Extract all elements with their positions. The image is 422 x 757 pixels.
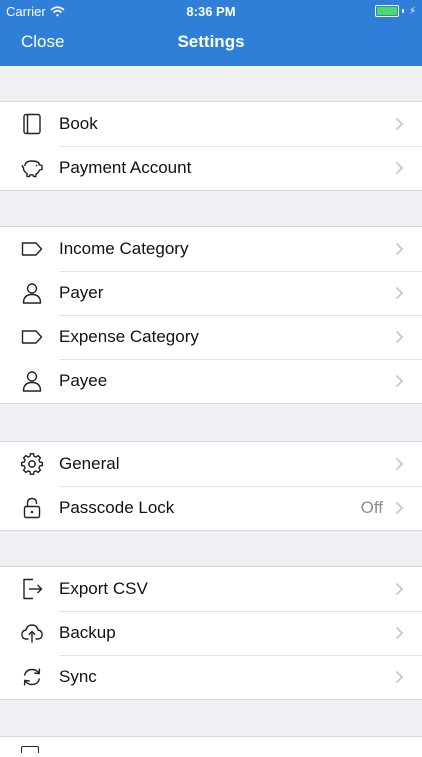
settings-row-income-category[interactable]: Income Category bbox=[0, 227, 422, 271]
book-icon bbox=[21, 113, 43, 135]
settings-row-payment-account[interactable]: Payment Account bbox=[0, 146, 422, 190]
row-label: Sync bbox=[59, 667, 97, 686]
top-bar: Carrier 8:36 PM ⚡ Close Settings bbox=[0, 0, 422, 66]
row-label: Expense Category bbox=[59, 327, 199, 346]
row-label: Payee bbox=[59, 371, 108, 390]
battery-indicator: ⚡ bbox=[374, 5, 416, 17]
section-more bbox=[0, 736, 422, 757]
piggy-bank-icon bbox=[21, 157, 43, 179]
export-icon bbox=[21, 578, 43, 600]
row-label: General bbox=[59, 454, 120, 473]
section-preferences: General Passcode Lock Off bbox=[0, 441, 422, 531]
settings-row-book[interactable]: Book bbox=[0, 102, 422, 146]
row-label: Book bbox=[59, 114, 98, 133]
page-title: Settings bbox=[177, 32, 245, 51]
chevron-right-icon bbox=[395, 670, 404, 684]
chevron-right-icon bbox=[395, 501, 404, 515]
chevron-right-icon bbox=[395, 242, 404, 256]
tag-icon bbox=[21, 326, 43, 348]
settings-row-export-csv[interactable]: Export CSV bbox=[0, 567, 422, 611]
status-time: 8:36 PM bbox=[186, 4, 236, 19]
battery-tip bbox=[401, 9, 404, 13]
tag-icon bbox=[21, 238, 43, 260]
row-label: Export CSV bbox=[59, 579, 148, 598]
settings-row-payer[interactable]: Payer bbox=[0, 271, 422, 315]
row-label: Passcode Lock bbox=[59, 498, 175, 517]
chevron-right-icon bbox=[395, 374, 404, 388]
person-icon bbox=[21, 282, 43, 304]
settings-row-passcode-lock[interactable]: Passcode Lock Off bbox=[0, 486, 422, 530]
battery-icon bbox=[374, 5, 399, 17]
chevron-right-icon bbox=[395, 117, 404, 131]
settings-row-sync[interactable]: Sync bbox=[0, 655, 422, 699]
row-label: Income Category bbox=[59, 239, 189, 258]
sync-icon bbox=[21, 666, 43, 688]
settings-row-expense-category[interactable]: Expense Category bbox=[0, 315, 422, 359]
cloud-upload-icon bbox=[21, 622, 43, 644]
status-bar: Carrier 8:36 PM ⚡ bbox=[0, 0, 422, 22]
row-label: Backup bbox=[59, 623, 116, 642]
chevron-right-icon bbox=[395, 161, 404, 175]
settings-row-backup[interactable]: Backup bbox=[0, 611, 422, 655]
battery-fill bbox=[376, 7, 397, 15]
chevron-right-icon bbox=[395, 330, 404, 344]
row-label: Payer bbox=[59, 283, 104, 302]
charging-bolt-icon: ⚡ bbox=[408, 5, 416, 17]
section-library: Book Payment Account bbox=[0, 101, 422, 191]
gear-icon bbox=[21, 453, 43, 475]
section-categories: Income Category Payer Expense Category P… bbox=[0, 226, 422, 404]
lock-icon bbox=[21, 497, 43, 519]
chevron-right-icon bbox=[395, 286, 404, 300]
nav-bar: Close Settings bbox=[0, 22, 422, 66]
chevron-right-icon bbox=[395, 626, 404, 640]
chevron-right-icon bbox=[395, 582, 404, 596]
row-label: Payment Account bbox=[59, 158, 192, 177]
section-data: Export CSV Backup Sync bbox=[0, 566, 422, 700]
person-icon bbox=[21, 370, 43, 392]
passcode-status-value: Off bbox=[360, 498, 383, 517]
settings-row-general[interactable]: General bbox=[0, 442, 422, 486]
chevron-right-icon bbox=[395, 457, 404, 471]
settings-row-payee[interactable]: Payee bbox=[0, 359, 422, 403]
